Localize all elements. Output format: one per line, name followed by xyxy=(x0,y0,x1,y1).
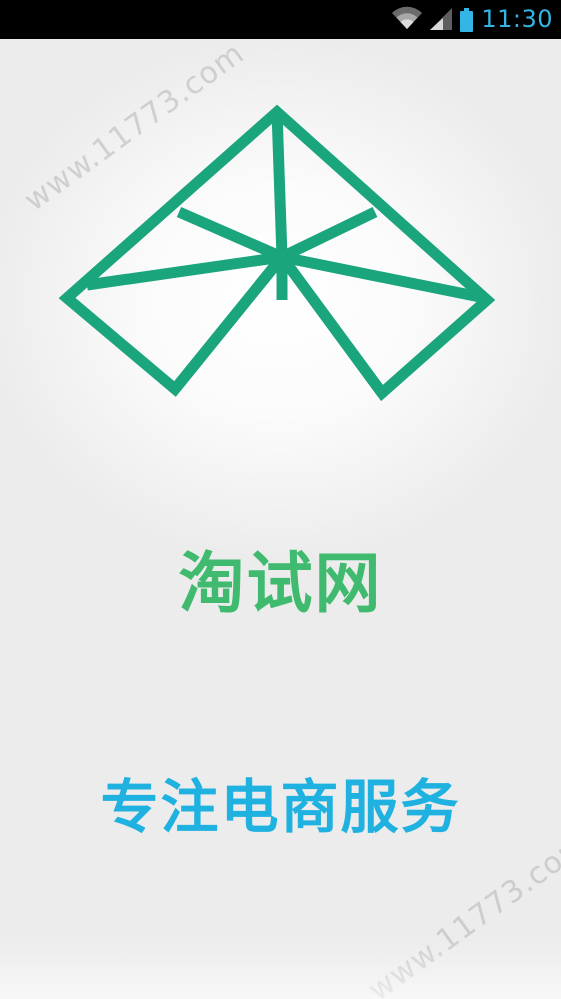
status-icons: 11:30 xyxy=(392,0,553,39)
wifi-icon xyxy=(392,6,423,34)
status-time: 11:30 xyxy=(481,5,553,33)
slogan: 专注电商服务 xyxy=(100,773,461,841)
app-name: 淘试网 xyxy=(178,545,383,622)
battery-icon xyxy=(460,7,474,32)
status-bar: 11:30 xyxy=(0,0,561,39)
bottom-fade xyxy=(0,939,561,999)
cellular-signal-icon xyxy=(430,6,453,34)
splash-screen: 11:30 淘试网 专注电商服务 www.11773.com www.11773… xyxy=(0,0,561,999)
